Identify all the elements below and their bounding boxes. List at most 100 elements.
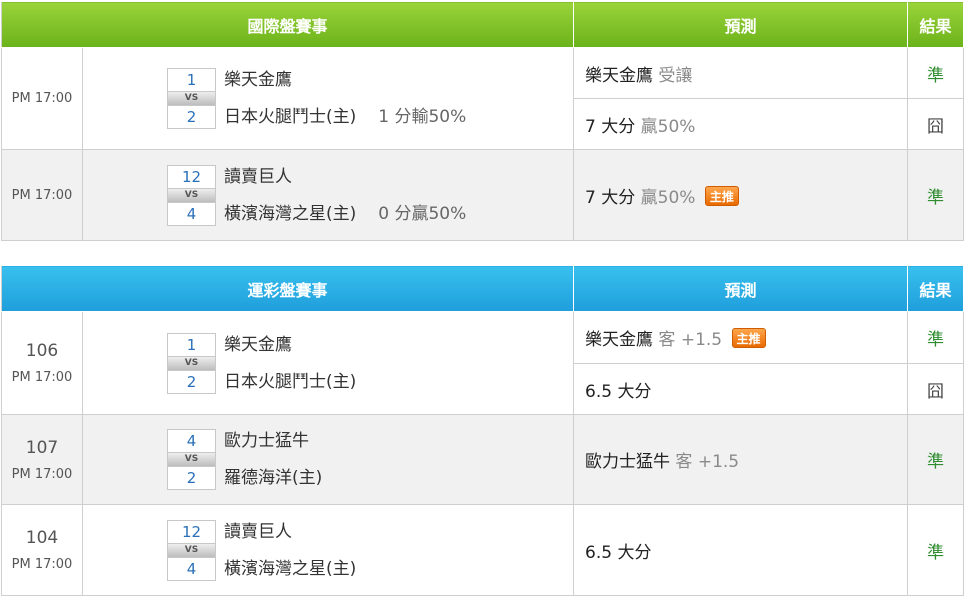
lottery-header-result: 結果	[907, 265, 965, 312]
result-cell: 準	[907, 149, 965, 241]
away-team[interactable]: 橫濱海灣之星(主)	[224, 557, 356, 581]
home-team[interactable]: 樂天金鷹	[224, 333, 356, 357]
vs-label: VS	[167, 188, 216, 202]
away-score: 2	[167, 466, 216, 490]
home-team-label: 歐力士猛牛	[224, 431, 309, 451]
home-team[interactable]: 樂天金鷹	[224, 68, 466, 92]
game-time-cell: 106 PM 17:00	[1, 311, 83, 415]
result-cell: 準	[907, 311, 965, 364]
away-team[interactable]: 日本火腿鬥士(主) 1 分輸50%	[224, 105, 466, 129]
game-time-cell: PM 17:00	[1, 47, 83, 150]
matchup: 12 VS 4 讀賣巨人 橫濱海灣之星(主) 0 分贏50%	[167, 164, 573, 226]
away-team[interactable]: 日本火腿鬥士(主)	[224, 370, 356, 394]
handicap-text: 1 分輸50%	[378, 107, 467, 127]
prediction-main: 樂天金鷹	[585, 65, 654, 86]
home-team[interactable]: 讀賣巨人	[224, 165, 466, 189]
game-number: 107	[25, 437, 59, 458]
score-box: 1 VS 2	[167, 332, 216, 394]
matchup-cell: 1 VS 2 樂天金鷹 日本火腿鬥士(主) 1 分輸50%	[81, 47, 575, 150]
matchup-cell: 12 VS 4 讀賣巨人 橫濱海灣之星(主) 0 分贏50%	[81, 149, 575, 241]
home-score: 12	[167, 519, 216, 544]
away-team-label: 日本火腿鬥士(主)	[224, 371, 357, 392]
away-team-label: 橫濱海灣之星(主)	[224, 558, 357, 579]
intl-header-result: 結果	[907, 1, 965, 48]
matchup-cell: 1 VS 2 樂天金鷹 日本火腿鬥士(主)	[81, 311, 575, 415]
prediction-sub: 客 +1.5	[658, 330, 723, 350]
away-team-label: 橫濱海灣之星(主)	[224, 203, 357, 224]
away-team-label: 日本火腿鬥士(主)	[224, 107, 357, 127]
matchup-cell: 12 VS 4 讀賣巨人 橫濱海灣之星(主)	[81, 504, 575, 596]
team-names: 讀賣巨人 橫濱海灣之星(主)	[224, 520, 356, 581]
intl-header-title: 國際盤賽事	[0, 1, 575, 48]
intl-header-prediction: 預測	[573, 1, 909, 48]
game-number: 104	[25, 528, 59, 548]
prediction-cell: 6.5 大分	[573, 363, 909, 415]
home-team-label: 讀賣巨人	[224, 521, 292, 542]
prediction-cell: 6.5 大分	[573, 504, 909, 596]
team-names: 樂天金鷹 日本火腿鬥士(主) 1 分輸50%	[224, 68, 466, 129]
prediction-main: 6.5 大分	[585, 542, 652, 563]
away-score: 2	[167, 369, 216, 394]
home-team[interactable]: 歐力士猛牛	[224, 429, 322, 453]
score-box: 1 VS 2	[167, 68, 216, 129]
lottery-game-row: 107 PM 17:00 4 VS 2 歐力士猛牛 羅德海洋(主) 歐力士猛牛 …	[1, 414, 965, 505]
prediction-sub: 贏50%	[640, 116, 696, 137]
prediction-cell: 7 大分 贏50%	[573, 98, 909, 150]
home-score: 4	[167, 429, 216, 453]
team-names: 樂天金鷹 日本火腿鬥士(主)	[224, 333, 356, 394]
home-score: 12	[167, 164, 216, 189]
lottery-header-prediction: 預測	[573, 265, 909, 312]
prediction-main: 7 大分	[585, 187, 636, 208]
intl-header-row: 國際盤賽事 預測 結果	[0, 1, 965, 48]
vs-label: VS	[167, 543, 216, 557]
prediction-cell: 樂天金鷹 客 +1.5 主推	[573, 311, 909, 364]
intl-game-row: PM 17:00 1 VS 2 樂天金鷹 日本火腿鬥士(主) 1 分輸50% 樂天…	[1, 47, 965, 150]
result-cell: 準	[907, 414, 965, 505]
home-team[interactable]: 讀賣巨人	[224, 520, 356, 544]
recommend-badge: 主推	[704, 185, 739, 206]
vs-label: VS	[167, 356, 216, 370]
prediction-cell: 7 大分 贏50% 主推	[573, 149, 909, 241]
lottery-header-row: 運彩盤賽事 預測 結果	[0, 265, 965, 312]
game-time-cell: 104 PM 17:00	[1, 504, 83, 596]
lottery-game-row: 104 PM 17:00 12 VS 4 讀賣巨人 橫濱海灣之星(主) 6.5 …	[1, 504, 965, 596]
intl-game-row: PM 17:00 12 VS 4 讀賣巨人 橫濱海灣之星(主) 0 分贏50% 7…	[1, 149, 965, 241]
prediction-main: 6.5 大分	[585, 381, 652, 402]
home-score: 1	[167, 332, 216, 357]
lottery-game-row: 106 PM 17:00 1 VS 2 樂天金鷹 日本火腿鬥士(主) 樂天金鷹 …	[1, 311, 965, 415]
prediction-main: 歐力士猛牛	[585, 452, 671, 472]
matchup: 1 VS 2 樂天金鷹 日本火腿鬥士(主) 1 分輸50%	[167, 68, 573, 129]
score-box: 4 VS 2	[167, 429, 216, 490]
game-time-cell: PM 17:00	[1, 149, 83, 241]
away-team[interactable]: 橫濱海灣之星(主) 0 分贏50%	[224, 202, 466, 226]
vs-label: VS	[167, 453, 216, 466]
game-time: PM 17:00	[11, 91, 73, 106]
team-names: 讀賣巨人 橫濱海灣之星(主) 0 分贏50%	[224, 165, 466, 226]
matchup-cell: 4 VS 2 歐力士猛牛 羅德海洋(主)	[81, 414, 575, 505]
prediction-cell: 歐力士猛牛 客 +1.5	[573, 414, 909, 505]
game-time: PM 17:00	[11, 370, 73, 385]
home-team-label: 樂天金鷹	[224, 70, 292, 90]
handicap-text: 0 分贏50%	[378, 203, 467, 224]
result-cell: 準	[907, 47, 965, 99]
away-team[interactable]: 羅德海洋(主)	[224, 466, 322, 490]
home-team-label: 樂天金鷹	[224, 334, 292, 355]
prediction-cell: 樂天金鷹 受讓	[573, 47, 909, 99]
matchup: 4 VS 2 歐力士猛牛 羅德海洋(主)	[167, 429, 573, 490]
intl-games-table: 國際盤賽事 預測 結果 PM 17:00 1 VS 2 樂天金鷹 日本火腿鬥士(…	[0, 1, 965, 241]
game-time-cell: 107 PM 17:00	[1, 414, 83, 505]
prediction-main: 樂天金鷹	[585, 330, 654, 350]
result-cell: 準	[907, 504, 965, 596]
game-time: PM 17:00	[11, 557, 73, 572]
result-cell: 囧	[907, 363, 965, 415]
score-box: 12 VS 4	[167, 164, 216, 226]
away-team-label: 羅德海洋(主)	[224, 468, 323, 488]
game-time: PM 17:00	[11, 466, 73, 482]
result-cell: 囧	[907, 98, 965, 150]
prediction-main: 7 大分	[585, 116, 636, 137]
team-names: 歐力士猛牛 羅德海洋(主)	[224, 429, 322, 490]
game-time: PM 17:00	[11, 187, 73, 203]
matchup: 1 VS 2 樂天金鷹 日本火腿鬥士(主)	[167, 332, 573, 394]
home-score: 1	[167, 68, 216, 92]
prediction-sub: 受讓	[658, 65, 693, 86]
